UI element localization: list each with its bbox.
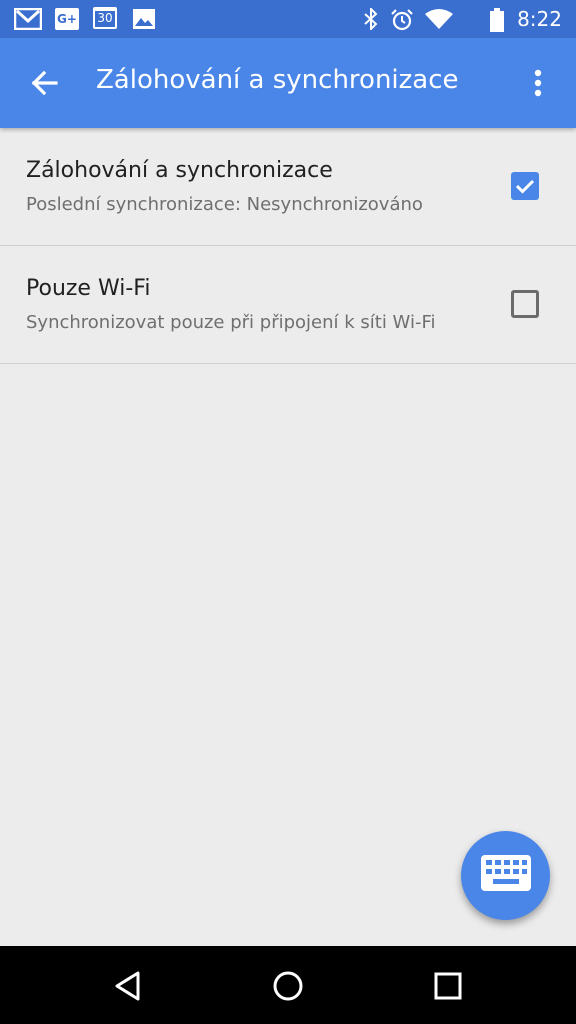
page-title: Zálohování a synchronizace [96, 65, 459, 95]
navigation-bar [0, 946, 576, 1024]
bluetooth-icon [364, 8, 378, 30]
check-icon [515, 179, 535, 194]
setting-summary: Synchronizovat pouze při připojení k sít… [26, 312, 436, 333]
wifi-only-checkbox[interactable] [511, 290, 539, 318]
setting-backup-sync[interactable]: Zálohování a synchronizace Poslední sync… [0, 128, 576, 246]
alarm-icon [391, 9, 413, 31]
back-triangle-icon[interactable] [108, 966, 148, 1006]
more-vert-icon[interactable] [518, 64, 558, 104]
status-bar: G+ 30 8:22 [0, 0, 576, 38]
wifi-icon [425, 9, 453, 29]
photos-icon [133, 9, 155, 29]
setting-wifi-only[interactable]: Pouze Wi-Fi Synchronizovat pouze při při… [0, 246, 576, 364]
keyboard-icon [481, 855, 531, 891]
gmail-icon [14, 8, 42, 30]
setting-title: Zálohování a synchronizace [26, 158, 333, 183]
backup-sync-checkbox[interactable] [511, 172, 539, 200]
arrow-back-icon[interactable] [26, 64, 64, 102]
keyboard-fab-button[interactable] [461, 831, 550, 920]
battery-icon [490, 8, 504, 32]
status-time: 8:22 [517, 7, 562, 31]
setting-summary: Poslední synchronizace: Nesynchronizován… [26, 194, 423, 215]
calendar-icon: 30 [93, 7, 117, 29]
app-bar: Zálohování a synchronizace [0, 38, 576, 128]
home-circle-icon[interactable] [268, 966, 308, 1006]
recents-square-icon[interactable] [428, 966, 468, 1006]
google-plus-icon: G+ [55, 8, 79, 30]
settings-list: Zálohování a synchronizace Poslední sync… [0, 128, 576, 364]
setting-title: Pouze Wi-Fi [26, 276, 151, 301]
